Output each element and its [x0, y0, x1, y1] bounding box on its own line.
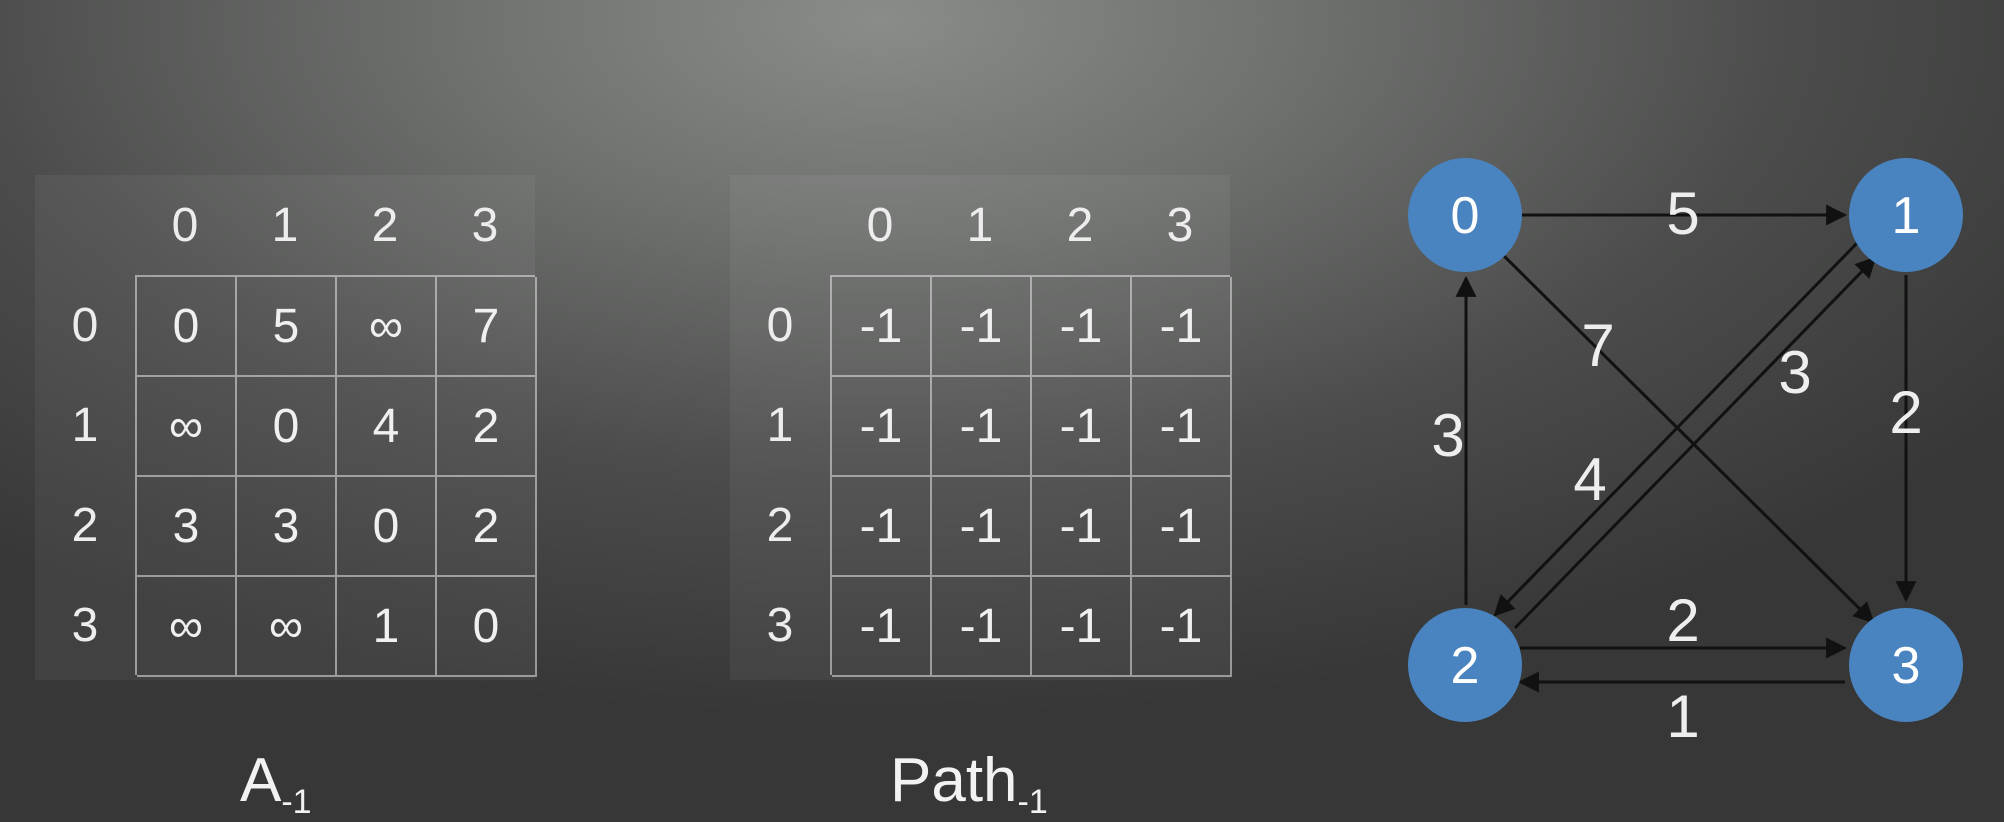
node-label-1: 1 — [1892, 187, 1921, 245]
weighted-digraph: 5 7 4 2 3 3 2 1 0 1 2 3 — [1408, 158, 1963, 750]
edge-weight-2-1: 3 — [1778, 339, 1811, 406]
edge-weight-3-2: 1 — [1666, 683, 1699, 750]
edge-1-2 — [1493, 238, 1862, 617]
edge-weight-1-3: 2 — [1889, 379, 1922, 446]
node-label-2: 2 — [1451, 637, 1480, 695]
edge-weight-0-1: 5 — [1666, 180, 1699, 247]
edge-weight-2-3: 2 — [1666, 587, 1699, 654]
edge-weight-1-2: 4 — [1573, 446, 1606, 513]
node-label-0: 0 — [1451, 187, 1480, 245]
edge-weight-0-3: 7 — [1581, 312, 1614, 379]
node-label-3: 3 — [1892, 637, 1921, 695]
edge-0-3 — [1498, 250, 1875, 624]
edge-weight-2-0: 3 — [1431, 402, 1464, 469]
